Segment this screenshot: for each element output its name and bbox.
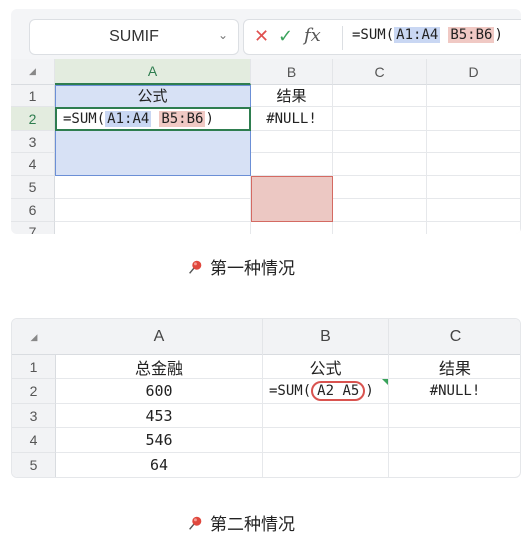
caption-2: 第二种情况 [186,510,295,535]
cell-a7[interactable] [55,222,251,234]
cell-b2-refs-circled: A2 A5 [311,381,366,401]
cell-a1[interactable]: 总金融 [56,355,263,379]
name-box-value: SUMIF [109,28,159,45]
column-header-c[interactable]: C [389,319,520,355]
cell-a5[interactable] [55,176,251,199]
cell-c7[interactable] [333,222,427,234]
cell-b4[interactable] [251,153,333,176]
formula-text[interactable]: =SUM(A1:A4 B5:B6) [352,27,503,43]
row-header-3[interactable]: 3 [11,131,55,153]
row-header-4[interactable]: 4 [11,153,55,176]
cell-a2-ref-2: B5:B6 [159,111,206,127]
cell-b4[interactable] [263,428,389,453]
error-indicator-icon [382,379,388,385]
cell-a2-active[interactable]: =SUM(A1:A4 B5:B6) [55,107,251,131]
cell-a4[interactable]: 546 [56,428,263,453]
formula-ref-2: B5:B6 [448,27,495,43]
formula-prefix: =SUM( [352,27,395,43]
column-header-b[interactable]: B [251,59,333,85]
row-header-5[interactable]: 5 [12,453,56,477]
cancel-icon[interactable]: ✕ [254,26,269,47]
confirm-check-icon[interactable]: ✓ [278,26,293,47]
cell-a2[interactable]: 600 [56,379,263,404]
row-header-3[interactable]: 3 [12,404,56,428]
pushpin-icon [189,260,202,274]
spreadsheet-panel-1: SUMIF ⌄ ✕ ✓ fx =SUM(A1:A4 B5:B6) ◢ A B C … [11,9,521,234]
cell-a6[interactable] [55,199,251,222]
row-header-2[interactable]: 2 [12,379,56,404]
cell-b2[interactable]: #NULL! [251,107,333,131]
formula-bar[interactable]: ✕ ✓ fx =SUM(A1:A4 B5:B6) [243,19,521,55]
caption-1: 第一种情况 [186,254,295,279]
row-header-4[interactable]: 4 [12,428,56,453]
cell-d3[interactable] [427,131,521,153]
select-all-corner[interactable]: ◢ [11,59,55,85]
column-header-b[interactable]: B [263,319,389,355]
cell-c5[interactable] [333,176,427,199]
cell-b3[interactable] [251,131,333,153]
cell-a1[interactable]: 公式 [55,85,251,107]
column-header-a[interactable]: A [56,319,263,355]
cell-b3[interactable] [263,404,389,428]
insert-function-icon[interactable]: fx [304,25,321,46]
cell-d4[interactable] [427,153,521,176]
cell-d7[interactable] [427,222,521,234]
formula-suffix: ) [494,27,503,43]
spreadsheet-panel-2: ◢ A B C 1 2 3 4 5 总金融 公式 结果 600 =SUM(A2 … [11,318,521,478]
cell-c4[interactable] [389,428,520,453]
range-highlight-b5-b6 [251,176,333,222]
caption-1-text: 第一种情况 [210,259,295,279]
formula-bar-divider [342,26,343,50]
formula-ref-1: A1:A4 [394,27,441,43]
cell-c5[interactable] [389,453,520,477]
cell-c6[interactable] [333,199,427,222]
cell-b7[interactable] [251,222,333,234]
cell-b2-suffix: ) [365,383,374,399]
row-header-2[interactable]: 2 [11,107,55,131]
cell-c4[interactable] [333,153,427,176]
cell-b2-prefix: =SUM( [269,383,312,399]
row-header-6[interactable]: 6 [11,199,55,222]
cell-a5[interactable]: 64 [56,453,263,477]
pushpin-icon [189,516,202,530]
cell-b5[interactable] [263,453,389,477]
cell-c2[interactable] [333,107,427,131]
cell-d1[interactable] [427,85,521,107]
cell-c3[interactable] [333,131,427,153]
caption-2-text: 第二种情况 [210,515,295,535]
sheet-grid: ◢ A B C D 1 2 3 4 5 6 7 公式 结果 =SUM(A1:A4… [11,59,521,234]
cell-c1[interactable]: 结果 [389,355,520,379]
cell-a2-prefix: =SUM( [63,111,106,127]
name-box[interactable]: SUMIF ⌄ [29,19,239,55]
column-header-c[interactable]: C [333,59,427,85]
cell-a3[interactable]: 453 [56,404,263,428]
cell-a2-suffix: ) [205,111,214,127]
cell-d5[interactable] [427,176,521,199]
cell-d2[interactable] [427,107,521,131]
row-header-5[interactable]: 5 [11,176,55,199]
row-header-1[interactable]: 1 [12,355,56,379]
cell-c3[interactable] [389,404,520,428]
cell-b1[interactable]: 公式 [263,355,389,379]
cell-a2-ref-1: A1:A4 [105,111,152,127]
column-header-a[interactable]: A [55,59,251,85]
cell-c1[interactable] [333,85,427,107]
row-header-1[interactable]: 1 [11,85,55,107]
chevron-down-icon[interactable]: ⌄ [218,28,228,42]
cell-c2[interactable]: #NULL! [389,379,520,404]
cell-d6[interactable] [427,199,521,222]
cell-b2[interactable]: =SUM(A2 A5) [263,379,389,404]
row-header-7[interactable]: 7 [11,222,55,234]
cell-b1[interactable]: 结果 [251,85,333,107]
select-all-corner-2[interactable]: ◢ [12,319,56,355]
column-header-d[interactable]: D [427,59,521,85]
